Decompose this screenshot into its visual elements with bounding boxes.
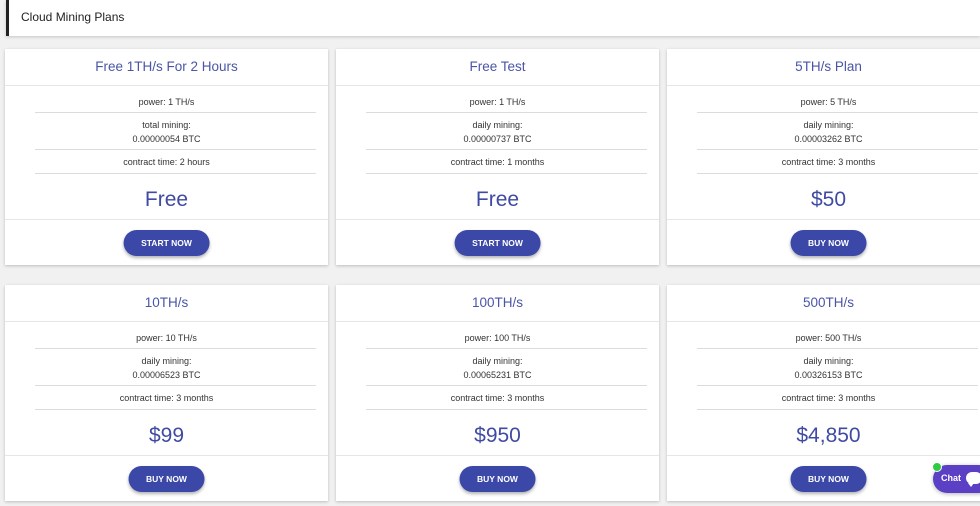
plan-mining-value: 0.00003262 BTC (794, 134, 863, 144)
divider (336, 455, 659, 456)
plan-power: power: 10 TH/s (136, 333, 197, 343)
divider (697, 173, 978, 174)
divider (5, 321, 328, 322)
plan-card: Free 1TH/s For 2 Hours power: 1 TH/s tot… (5, 49, 328, 265)
plan-price: $50 (810, 188, 847, 211)
plan-power: power: 1 TH/s (138, 97, 195, 107)
divider (366, 385, 647, 386)
plan-mining-label: daily mining: (472, 356, 523, 366)
page-header: Cloud Mining Plans (6, 0, 980, 36)
divider (667, 455, 980, 456)
divider (366, 149, 647, 150)
plan-mining-label: daily mining: (141, 356, 192, 366)
divider (35, 409, 316, 410)
divider (5, 85, 328, 86)
plan-mining-label: daily mining: (803, 356, 854, 366)
divider (336, 321, 659, 322)
plan-power: power: 500 TH/s (795, 333, 862, 343)
plan-price: Free (144, 188, 189, 211)
plan-power: power: 100 TH/s (464, 333, 531, 343)
divider (366, 112, 647, 113)
plan-card: 100TH/s power: 100 TH/s daily mining: 0.… (336, 285, 659, 501)
plan-mining-value: 0.00000737 BTC (463, 134, 532, 144)
divider (336, 85, 659, 86)
plan-contract-time: contract time: 3 months (781, 393, 876, 403)
divider (667, 219, 980, 220)
divider (667, 321, 980, 322)
plan-contract-time: contract time: 1 months (450, 157, 545, 167)
chat-label: Chat (941, 473, 961, 483)
plan-contract-time: contract time: 3 months (450, 393, 545, 403)
divider (697, 149, 978, 150)
plan-power: power: 5 TH/s (800, 97, 857, 107)
divider (366, 173, 647, 174)
plan-power: power: 1 TH/s (469, 97, 526, 107)
divider (697, 348, 978, 349)
plan-mining-value: 0.00000054 BTC (132, 134, 201, 144)
divider (366, 348, 647, 349)
divider (35, 149, 316, 150)
divider (667, 85, 980, 86)
plan-title: Free 1TH/s For 2 Hours (95, 59, 238, 74)
buy-now-button[interactable]: BUY NOW (790, 230, 867, 256)
chat-widget-button[interactable]: Chat (932, 462, 980, 493)
buy-now-button[interactable]: BUY NOW (459, 466, 536, 492)
divider (336, 219, 659, 220)
plan-price: Free (475, 188, 520, 211)
plan-title: Free Test (469, 59, 526, 74)
divider (697, 409, 978, 410)
plan-contract-time: contract time: 3 months (781, 157, 876, 167)
page-title: Cloud Mining Plans (21, 10, 125, 24)
start-now-button[interactable]: START NOW (123, 230, 210, 256)
plan-mining-value: 0.00006523 BTC (132, 370, 201, 380)
divider (35, 173, 316, 174)
online-status-dot (932, 462, 942, 472)
buy-now-button[interactable]: BUY NOW (128, 466, 205, 492)
plan-card: 10TH/s power: 10 TH/s daily mining: 0.00… (5, 285, 328, 501)
plan-mining-label: daily mining: (803, 120, 854, 130)
plan-price: $99 (148, 424, 185, 447)
plan-contract-time: contract time: 3 months (119, 393, 214, 403)
chat-bubble-icon (966, 472, 980, 487)
start-now-button[interactable]: START NOW (454, 230, 541, 256)
plan-mining-label: daily mining: (472, 120, 523, 130)
divider (5, 219, 328, 220)
plan-card: Free Test power: 1 TH/s daily mining: 0.… (336, 49, 659, 265)
plan-contract-time: contract time: 2 hours (123, 157, 210, 167)
plan-title: 5TH/s Plan (795, 59, 862, 74)
divider (5, 455, 328, 456)
plan-card: 5TH/s Plan power: 5 TH/s daily mining: 0… (667, 49, 980, 265)
divider (366, 409, 647, 410)
plan-price: $4,850 (796, 424, 861, 447)
plan-mining-value: 0.00065231 BTC (463, 370, 532, 380)
divider (35, 112, 316, 113)
plan-title: 10TH/s (144, 295, 189, 310)
divider (697, 385, 978, 386)
buy-now-button[interactable]: BUY NOW (790, 466, 867, 492)
divider (35, 348, 316, 349)
plan-title: 500TH/s (802, 295, 855, 310)
plan-title: 100TH/s (471, 295, 524, 310)
plan-price: $950 (474, 424, 521, 447)
plan-mining-value: 0.00326153 BTC (794, 370, 863, 380)
plan-mining-label: total mining: (142, 120, 191, 130)
divider (35, 385, 316, 386)
divider (697, 112, 978, 113)
